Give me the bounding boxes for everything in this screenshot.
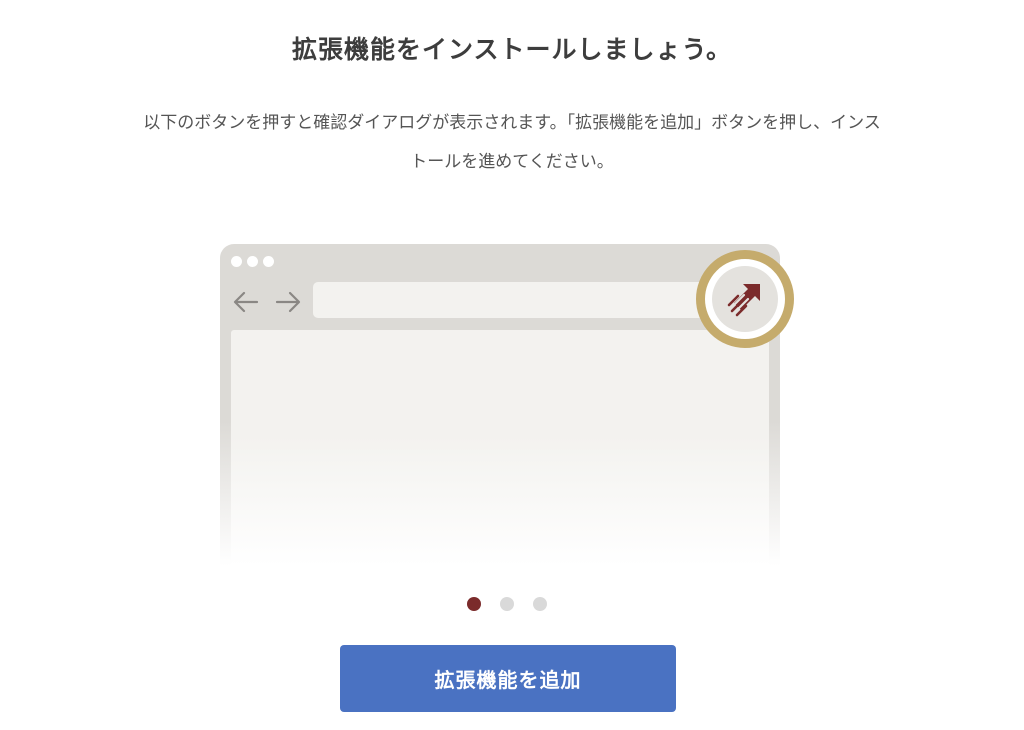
- window-dot: [231, 256, 242, 267]
- window-dot: [247, 256, 258, 267]
- add-extension-button[interactable]: 拡張機能を追加: [340, 645, 676, 712]
- instruction-text: 以下のボタンを押すと確認ダイアログが表示されます。「拡張機能を追加」ボタンを押し…: [62, 104, 962, 182]
- install-page: 拡張機能をインストールしましょう。 以下のボタンを押すと確認ダイアログが表示され…: [0, 0, 1024, 730]
- carousel-pagination: [0, 597, 1014, 611]
- carousel-dot-3[interactable]: [533, 597, 547, 611]
- address-bar: [313, 282, 733, 318]
- extension-button: [712, 266, 778, 332]
- instruction-line-2: トールを進めてください。: [410, 152, 614, 172]
- forward-arrow-icon: [275, 291, 301, 313]
- back-arrow-icon: [233, 291, 259, 313]
- page-title: 拡張機能をインストールしましょう。: [291, 35, 732, 64]
- extension-highlight-ring: [696, 250, 794, 348]
- browser-content-area: [231, 330, 769, 566]
- carousel-dot-2[interactable]: [500, 597, 514, 611]
- window-dot: [263, 256, 274, 267]
- carousel-dot-1[interactable]: [467, 597, 481, 611]
- extension-icon: [727, 284, 760, 317]
- window-controls: [231, 256, 274, 267]
- instruction-line-1: 以下のボタンを押すと確認ダイアログが表示されます。「拡張機能を追加」ボタンを押し…: [143, 113, 881, 133]
